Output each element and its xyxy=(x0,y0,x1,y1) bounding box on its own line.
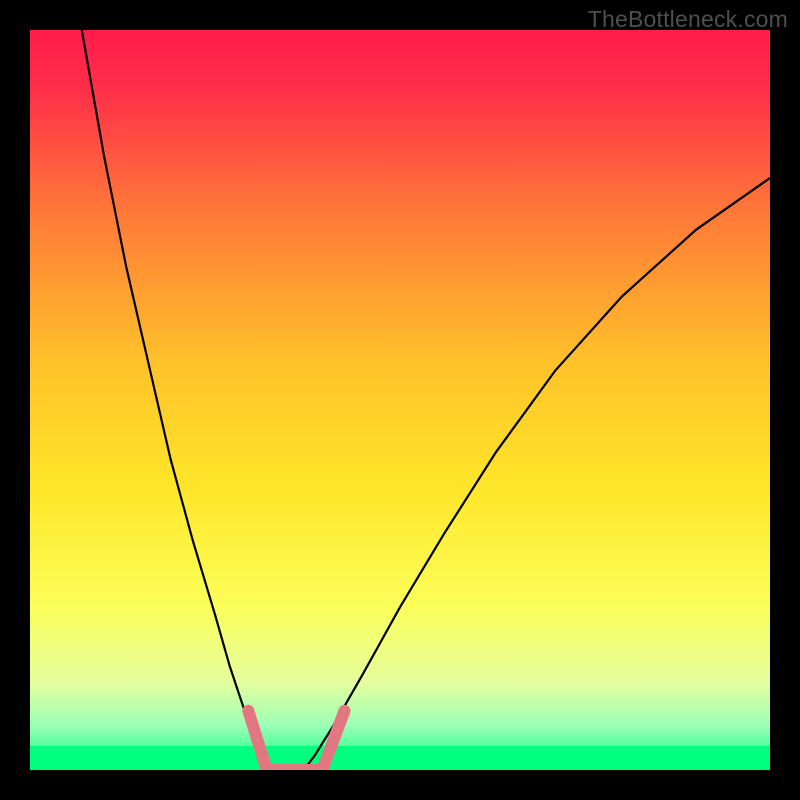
left-marker xyxy=(248,711,266,770)
bottleneck-curve xyxy=(82,30,770,770)
chart-frame: TheBottleneck.com xyxy=(0,0,800,800)
watermark-text: TheBottleneck.com xyxy=(588,6,788,33)
chart-svg xyxy=(30,30,770,770)
right-marker xyxy=(322,711,344,770)
